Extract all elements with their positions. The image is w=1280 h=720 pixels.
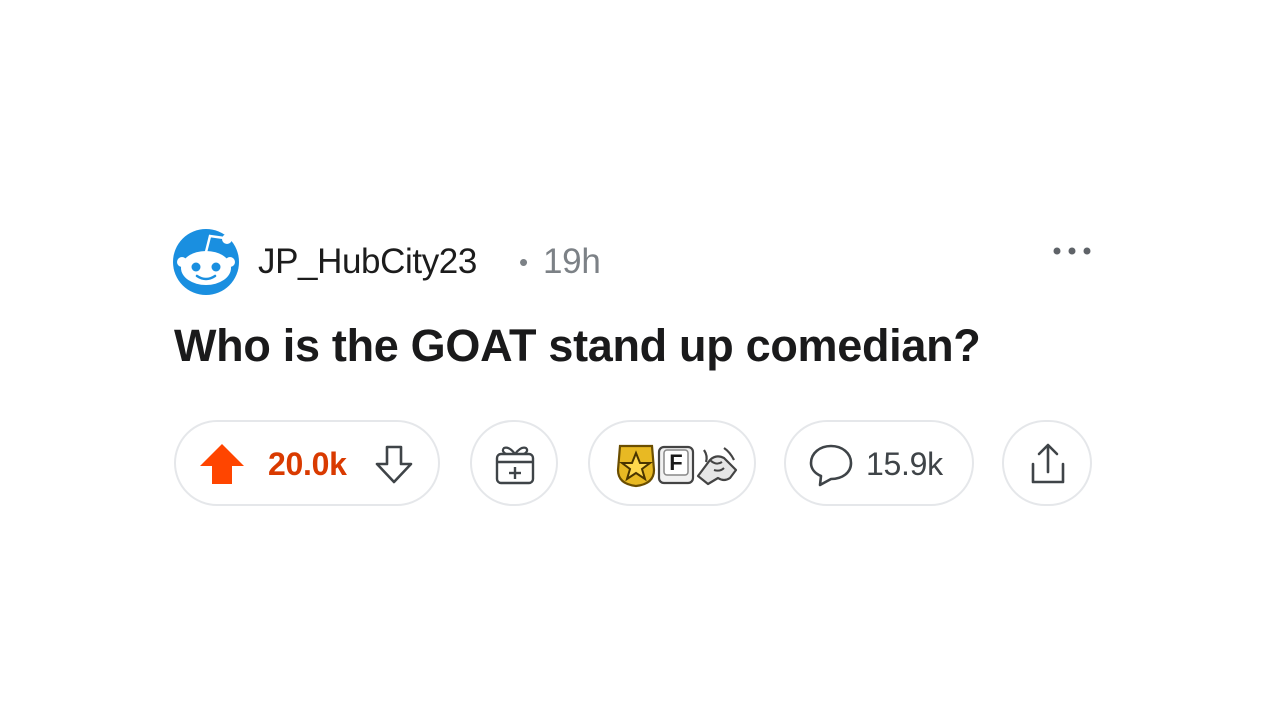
share-button[interactable] [1002,420,1092,506]
more-options-icon[interactable] [1048,242,1096,260]
post-timestamp: 19h [543,242,601,281]
meta-separator: • [519,247,529,277]
press-f-letter: F [669,450,682,475]
comments-button[interactable]: 15.9k [784,420,974,506]
gift-box-plus-icon [495,446,535,485]
awards-display[interactable]: F [588,420,756,506]
post-header: JP_HubCity23 • 19h [172,226,1094,298]
post-title[interactable]: Who is the GOAT stand up comedian? [174,318,981,374]
vote-control: 20.0k [174,420,440,506]
give-award-button[interactable] [470,420,558,506]
press-f-award-icon: F [657,445,695,485]
share-upload-icon [1031,443,1065,484]
comment-bubble-icon [809,444,853,487]
downvote-arrow-icon[interactable] [372,444,416,486]
author-username[interactable]: JP_HubCity23 [258,242,477,282]
post-card: JP_HubCity23 • 19h Who is the GOAT stand… [172,226,1094,516]
handshake-award-icon [696,447,738,486]
vote-count: 20.0k [268,446,347,482]
gold-star-award-icon [616,444,656,488]
snoo-avatar-icon[interactable] [172,228,240,296]
comment-count: 15.9k [866,446,943,482]
upvote-arrow-icon[interactable] [198,442,246,486]
